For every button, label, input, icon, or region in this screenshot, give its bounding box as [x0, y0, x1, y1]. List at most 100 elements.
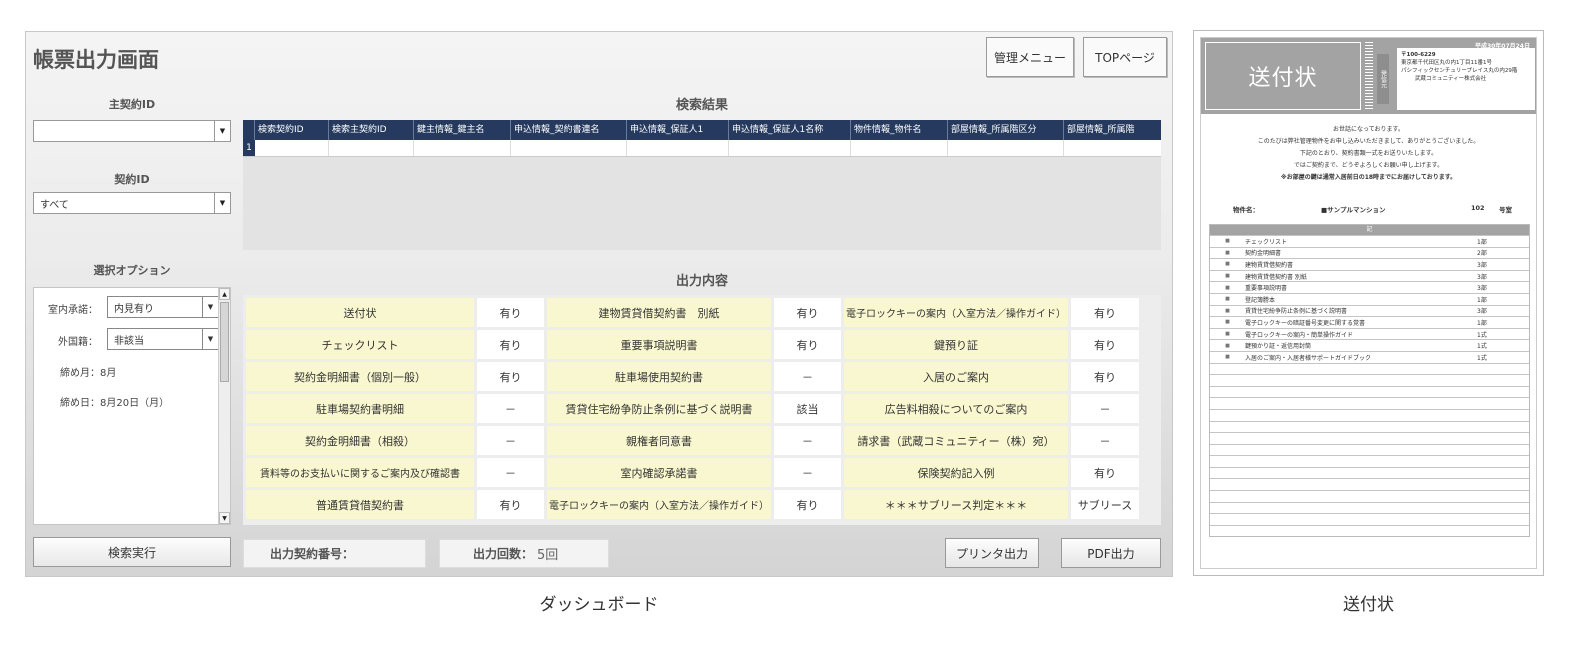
output-item-value[interactable]: － [774, 458, 841, 487]
results-column-header[interactable]: 鍵主情報_鍵主名 [414, 120, 511, 140]
chevron-down-icon[interactable]: ▼ [202, 297, 218, 317]
output-item-value[interactable]: 有り [774, 298, 841, 327]
scroll-down-icon[interactable]: ▼ [219, 512, 230, 524]
output-item-value[interactable]: 有り [774, 490, 841, 519]
output-item-name: 鍵預り証 [844, 330, 1068, 359]
pdf-button[interactable]: PDF出力 [1061, 538, 1161, 568]
admin-menu-button[interactable]: 管理メニュー [986, 37, 1074, 77]
foreign-select[interactable]: 非該当 ▼ [107, 328, 219, 350]
results-column-header[interactable]: 申込情報_保証人1 [627, 120, 729, 140]
indoor-approval-select[interactable]: 内見有り ▼ [107, 296, 219, 318]
output-item-value[interactable]: 有り [1071, 298, 1139, 327]
chevron-down-icon[interactable]: ▼ [202, 329, 218, 349]
options-panel: 室内承諾： 内見有り ▼ 外国籍： 非該当 ▼ 締め月：8月 締め日：8月20日… [33, 287, 231, 525]
results-column-header[interactable]: 検索契約ID [255, 120, 329, 140]
table-cell[interactable] [851, 140, 948, 156]
table-cell[interactable] [729, 140, 851, 156]
output-count: 出力回数： 5回 [439, 539, 609, 568]
output-item-value[interactable]: 有り [477, 330, 544, 359]
bullet-square-icon: ■ [1225, 354, 1230, 361]
table-cell[interactable] [255, 140, 329, 156]
search-button[interactable]: 検索実行 [33, 537, 231, 567]
room-number: 102 [1471, 204, 1485, 212]
main-contract-select[interactable]: ▼ [33, 120, 231, 142]
output-item-name: 建物賃貸借契約書 別紙 [547, 298, 771, 327]
results-column-header[interactable]: 申込情報_契約書連名 [511, 120, 627, 140]
contract-value: すべて [40, 199, 69, 211]
output-item-value[interactable]: 有り [1071, 362, 1139, 391]
row-number: 1 [243, 140, 255, 156]
property-line: 物件名： ■サンプルマンション 102 号室 [1233, 204, 1533, 214]
output-grid: 送付状 有り 建物賃貸借契約書 別紙 有り 電子ロックキーの案内（入室方法／操作… [243, 295, 1161, 525]
output-item-name: 駐車場契約書明細 [246, 394, 474, 423]
table-cell[interactable] [627, 140, 729, 156]
table-cell[interactable] [511, 140, 627, 156]
list-item-blank [1210, 443, 1529, 456]
table-cell[interactable] [1064, 140, 1161, 156]
output-item-name: チェックリスト [246, 330, 474, 359]
options-scrollbar[interactable]: ▲ ▼ [218, 288, 230, 524]
enclosure-table: 記 ■ チェックリスト 1部 ■ 契約金明細書 2部 ■ 建物賃貸借契約書 3部 ■ 建物賃貸… [1209, 224, 1530, 538]
top-page-button[interactable]: TOPページ [1083, 37, 1167, 77]
print-button[interactable]: プリンタ出力 [945, 538, 1039, 568]
sender-label: 発信元 [1377, 54, 1389, 104]
output-item-name: 賃貸住宅紛争防止条例に基づく説明書 [547, 394, 771, 423]
chevron-down-icon[interactable]: ▼ [214, 121, 230, 141]
list-item: ■ 建物賃貸借契約書 3部 [1210, 258, 1529, 270]
output-count-label: 出力回数： [473, 547, 534, 561]
table-cell[interactable] [948, 140, 1064, 156]
output-item-value[interactable]: 有り [477, 362, 544, 391]
main-contract-label: 主契約ID [108, 98, 156, 111]
output-item-value[interactable]: 有り [1071, 330, 1139, 359]
sender-address-line: 東京都千代田区丸の内1丁目11番1号 [1401, 60, 1492, 66]
list-item-blank [1210, 524, 1529, 537]
output-item-value[interactable]: 有り [774, 330, 841, 359]
cover-letter-document: 平成30年07月24日 送付状 発信元 〒100-6229 東京都千代田区丸の内… [1193, 30, 1544, 576]
results-column-header[interactable]: 物件情報_物件名 [851, 120, 948, 140]
bullet-square-icon: ■ [1225, 249, 1230, 256]
output-item-value[interactable]: 有り [477, 298, 544, 327]
bullet-square-icon: ■ [1225, 319, 1230, 326]
output-item-name: 電子ロックキーの案内（入室方法／操作ガイド） [844, 298, 1068, 327]
table-cell[interactable] [329, 140, 414, 156]
output-item-value[interactable]: － [477, 426, 544, 455]
list-item: ■ 電子ロックキーの案内・簡単操作ガイド 1式 [1210, 327, 1529, 340]
results-column-header[interactable]: 検索主契約ID [329, 120, 414, 140]
scroll-up-icon[interactable]: ▲ [219, 288, 230, 300]
output-item-value[interactable]: － [774, 426, 841, 455]
output-item-name: 保険契約記入例 [844, 458, 1068, 487]
list-item-blank [1210, 490, 1529, 502]
output-item-name: 入居のご案内 [844, 362, 1068, 391]
scroll-thumb[interactable] [220, 302, 229, 382]
list-item-blank [1210, 501, 1529, 514]
output-item-value[interactable]: 有り [477, 490, 544, 519]
enclosure-name: 電子ロックキーの暗証番号変更に関する覚書 [1245, 319, 1366, 327]
output-item-value[interactable]: サブリース [1071, 490, 1139, 519]
output-item-name: 送付状 [246, 298, 474, 327]
enclosure-name: チェックリスト [1245, 238, 1288, 246]
output-item-value[interactable]: － [1071, 394, 1139, 423]
indoor-approval-label: 室内承諾： [48, 305, 98, 316]
output-item-value[interactable]: － [774, 362, 841, 391]
output-item-value[interactable]: 有り [1071, 458, 1139, 487]
enclosure-name: 重要事項説明書 [1245, 285, 1288, 293]
output-number-label: 出力契約番号： [270, 547, 355, 561]
output-item-value[interactable]: 該当 [774, 394, 841, 423]
chevron-down-icon[interactable]: ▼ [214, 193, 230, 213]
results-column-header[interactable]: 部屋情報_所属階 [1064, 120, 1161, 140]
results-table: 検索契約ID 検索主契約ID 鍵主情報_鍵主名 申込情報_契約書連名 申込情報_… [243, 120, 1161, 250]
output-item-name: 契約金明細書（個別一般） [246, 362, 474, 391]
enclosure-name: 賃貸住宅紛争防止条例に基づく説明書 [1245, 308, 1348, 316]
table-row[interactable]: 1 [243, 140, 1161, 157]
table-cell[interactable] [414, 140, 511, 156]
list-item-blank [1210, 397, 1529, 409]
enclosure-qty: 1式 [1477, 331, 1487, 339]
enclosure-qty: 3部 [1477, 261, 1487, 269]
enclosure-name: 鍵預かり証・返信用封筒 [1245, 343, 1312, 351]
results-column-header[interactable]: 部屋情報_所属階区分 [948, 120, 1064, 140]
contract-select[interactable]: すべて ▼ [33, 192, 231, 214]
output-item-value[interactable]: － [477, 394, 544, 423]
results-column-header[interactable]: 申込情報_保証人1名称 [729, 120, 851, 140]
output-item-value[interactable]: － [1071, 426, 1139, 455]
output-item-value[interactable]: － [477, 458, 544, 487]
